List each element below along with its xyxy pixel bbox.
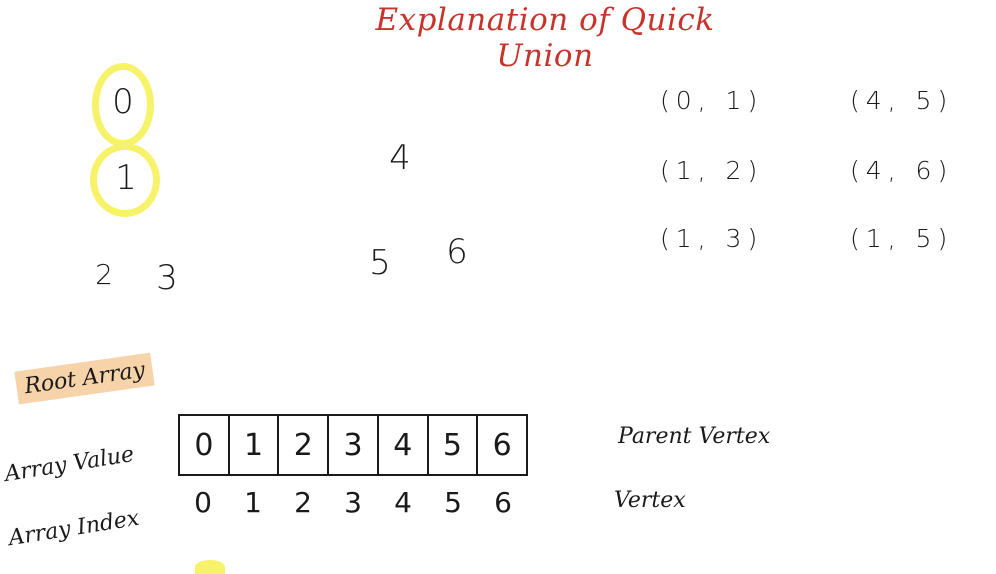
vertex-label: Vertex	[614, 488, 686, 513]
array-index-cell: 6	[494, 486, 512, 519]
node-6: 6	[446, 232, 468, 272]
array-value-cell: 2	[279, 416, 330, 474]
array-value-cell: 6	[492, 427, 512, 463]
node-4: 4	[389, 138, 411, 178]
array-value-cell: 3	[329, 416, 379, 474]
edge-pair-1-2: (1, 2)	[660, 156, 764, 185]
array-value-cell: 5	[429, 416, 479, 474]
node-0: 0	[112, 82, 134, 122]
array-index-cell: 3	[344, 486, 362, 519]
edge-pair-4-6: (4, 6)	[850, 156, 954, 185]
edge-pair-1-5: (1, 5)	[850, 224, 954, 253]
page-title: Explanation of Quick Union	[375, 2, 715, 74]
root-array-indices: 0 1 2 3 4 5 6	[178, 486, 528, 519]
array-index-cell: 0	[194, 486, 212, 519]
root-array-values: 0 1 2 3 4 5 6	[178, 414, 528, 476]
parent-vertex-label: Parent Vertex	[618, 424, 771, 449]
edge-pair-4-5: (4, 5)	[850, 86, 954, 115]
array-index-label: Array Index	[6, 505, 141, 552]
edge-pair-1-3: (1, 3)	[660, 224, 764, 253]
root-array-heading: Root Array	[14, 352, 155, 405]
array-index-cell: 5	[444, 486, 462, 519]
node-5: 5	[369, 243, 391, 283]
array-value-cell: 0	[180, 416, 230, 474]
node-2: 2	[95, 258, 113, 291]
array-value-cell: 1	[230, 416, 280, 474]
node-1: 1	[115, 158, 137, 198]
array-value-cell: 4	[379, 416, 429, 474]
array-index-cell: 4	[394, 486, 412, 519]
array-index-cell: 2	[294, 486, 312, 519]
array-value-label: Array Value	[2, 441, 136, 488]
edge-pair-0-1: (0, 1)	[660, 86, 764, 115]
node-3: 3	[156, 258, 178, 298]
array-index-cell: 1	[244, 486, 262, 519]
